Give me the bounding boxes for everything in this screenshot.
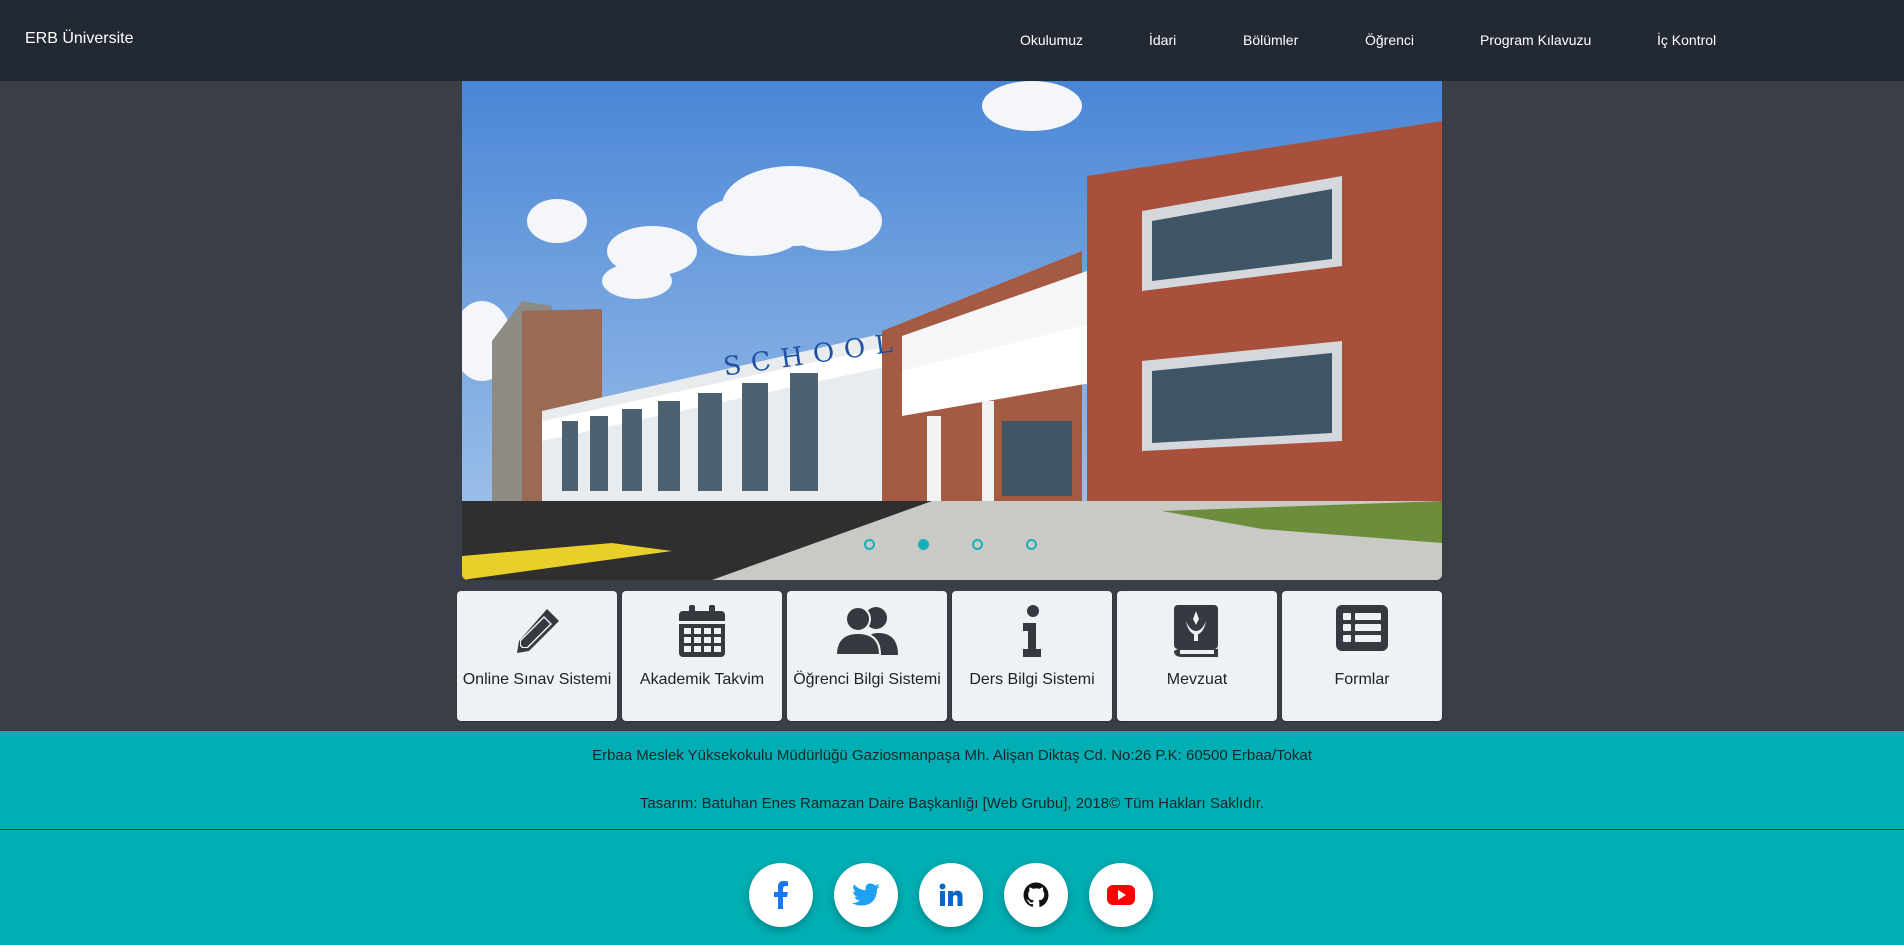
facebook-link[interactable] bbox=[749, 863, 813, 927]
card-akademik-takvim[interactable]: Akademik Takvim bbox=[622, 591, 782, 721]
card-label: Mevzuat bbox=[1166, 671, 1228, 688]
card-ders-bilgi-sistemi[interactable]: Ders Bilgi Sistemi bbox=[952, 591, 1112, 721]
card-label: Online Sınav Sistemi bbox=[462, 671, 612, 688]
nav-link-ic-kontrol[interactable]: İç Kontrol bbox=[1657, 32, 1716, 48]
nav-link-idari[interactable]: İdari bbox=[1149, 32, 1176, 48]
book-icon bbox=[1117, 605, 1277, 659]
calendar-icon bbox=[622, 605, 782, 659]
nav-link-ogrenci[interactable]: Öğrenci bbox=[1365, 32, 1414, 48]
footer: Erbaa Meslek Yüksekokulu Müdürlüğü Gazio… bbox=[0, 731, 1904, 945]
card-mevzuat[interactable]: Mevzuat bbox=[1117, 591, 1277, 721]
card-label: Formlar bbox=[1334, 671, 1390, 688]
card-online-sinav-sistemi[interactable]: Online Sınav Sistemi bbox=[457, 591, 617, 721]
users-icon bbox=[787, 605, 947, 659]
footer-address: Erbaa Meslek Yüksekokulu Müdürlüğü Gazio… bbox=[592, 747, 1312, 764]
youtube-link[interactable] bbox=[1089, 863, 1153, 927]
school-building-image: SCHOOL bbox=[462, 81, 1442, 580]
nav-link-bolumler[interactable]: Bölümler bbox=[1243, 32, 1298, 48]
twitter-icon bbox=[852, 883, 880, 906]
list-icon bbox=[1282, 605, 1442, 659]
linkedin-link[interactable] bbox=[919, 863, 983, 927]
twitter-link[interactable] bbox=[834, 863, 898, 927]
nav-link-okulumuz[interactable]: Okulumuz bbox=[1020, 32, 1083, 48]
linkedin-icon bbox=[939, 883, 963, 906]
card-label: Öğrenci Bilgi Sistemi bbox=[793, 671, 941, 688]
card-formlar[interactable]: Formlar bbox=[1282, 591, 1442, 721]
github-link[interactable] bbox=[1004, 863, 1068, 927]
carousel-indicator-4[interactable] bbox=[1026, 539, 1037, 550]
info-icon bbox=[952, 605, 1112, 659]
card-label: Akademik Takvim bbox=[639, 671, 765, 688]
github-icon bbox=[1023, 882, 1049, 907]
footer-credits: Tasarım: Batuhan Enes Ramazan Daire Başk… bbox=[639, 795, 1265, 812]
image-carousel[interactable]: SCHOOL bbox=[462, 81, 1442, 580]
pencil-icon bbox=[457, 605, 617, 659]
youtube-icon bbox=[1107, 885, 1135, 905]
facebook-icon bbox=[774, 881, 788, 909]
card-label: Ders Bilgi Sistemi bbox=[969, 671, 1095, 688]
navbar: ERB Üniversite Okulumuz İdari Bölümler Ö… bbox=[0, 0, 1904, 81]
carousel-indicator-3[interactable] bbox=[972, 539, 983, 550]
nav-link-program-kilavuzu[interactable]: Program Kılavuzu bbox=[1480, 32, 1591, 48]
carousel-indicator-1[interactable] bbox=[864, 539, 875, 550]
card-ogrenci-bilgi-sistemi[interactable]: Öğrenci Bilgi Sistemi bbox=[787, 591, 947, 721]
brand-link[interactable]: ERB Üniversite bbox=[25, 30, 133, 48]
carousel-indicator-2[interactable] bbox=[918, 539, 929, 550]
footer-divider bbox=[0, 829, 1904, 830]
